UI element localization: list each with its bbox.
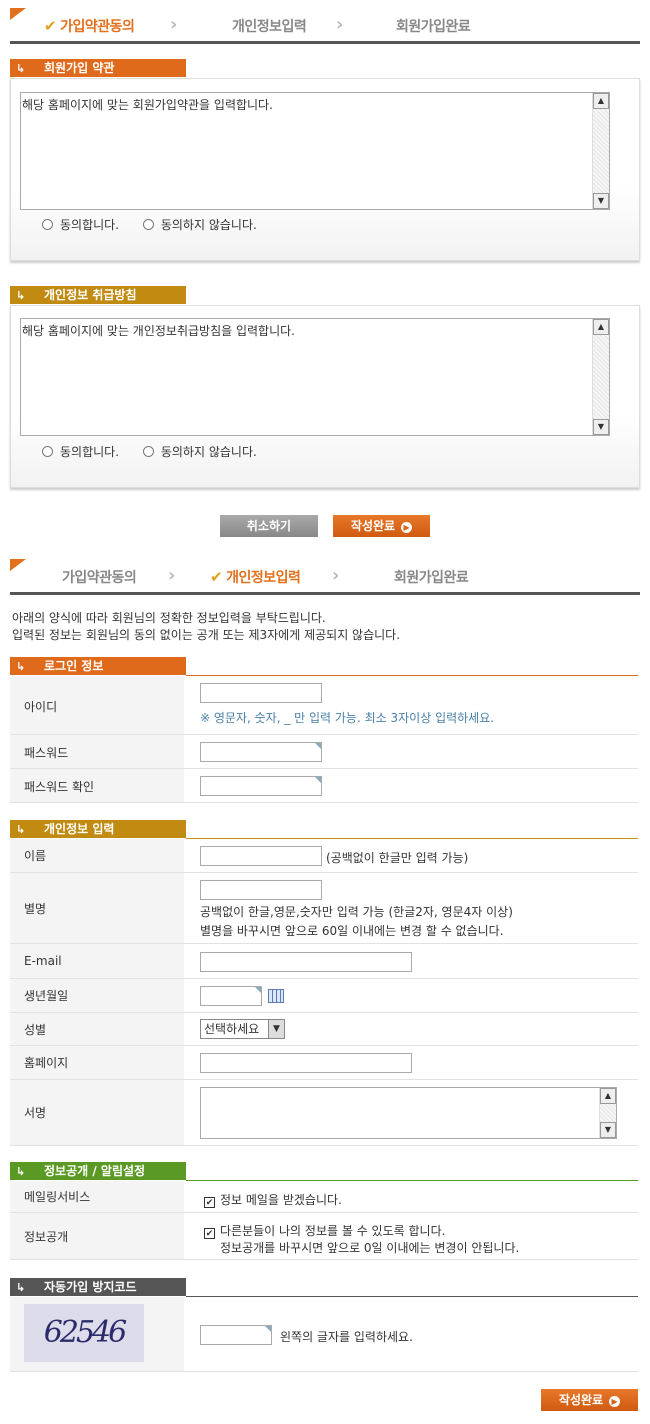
- return-arrow-icon: ↳: [16, 660, 26, 673]
- terms-radio-group: 동의합니다. 동의하지 않습니다.: [42, 216, 277, 233]
- nickname-note-2: 별명을 바꾸시면 앞으로 60일 이내에는 변경 할 수 없습니다.: [200, 924, 504, 938]
- terms-section-title: ↳ 회원가입 약관: [10, 59, 186, 77]
- step-bar-personal: 가입약관동의 › ✔ 개인정보입력 › 회원가입완료: [10, 559, 640, 595]
- id-input[interactable]: [200, 683, 322, 703]
- chevron-right-icon: ›: [332, 565, 340, 586]
- chevron-right-icon: ›: [336, 14, 344, 35]
- privacy-disagree-radio[interactable]: [142, 446, 154, 457]
- scroll-down-icon[interactable]: ▼: [593, 419, 609, 435]
- password-confirm-label: 패스워드 확인: [24, 780, 95, 794]
- mailing-text: 정보 메일을 받겠습니다.: [220, 1193, 342, 1207]
- check-icon: ✔: [44, 17, 57, 35]
- submit-button-bottom[interactable]: 작성완료 ▶: [541, 1389, 638, 1411]
- return-arrow-icon: ↳: [16, 1165, 26, 1178]
- birthdate-row: 생년월일: [10, 979, 638, 1013]
- privacy-radio-group: 동의합니다. 동의하지 않습니다.: [42, 443, 277, 460]
- calendar-icon[interactable]: [268, 989, 284, 1003]
- terms-textarea[interactable]: 해당 홈페이지에 맞는 회원가입약관을 입력합니다. ▲ ▼: [20, 92, 610, 210]
- mailing-row: 메일링서비스 ✔ 정보 메일을 받겠습니다.: [10, 1181, 638, 1213]
- password-label: 패스워드: [24, 746, 69, 760]
- captcha-note: 왼쪽의 글자를 입력하세요.: [280, 1330, 413, 1344]
- id-row: 아이디 ※ 영문자, 숫자, _ 만 입력 가능. 최소 3자이상 입력하세요.: [10, 676, 638, 735]
- signature-label: 서명: [24, 1106, 47, 1120]
- step-signup-complete: 회원가입완료: [394, 570, 469, 586]
- scroll-up-icon[interactable]: ▲: [593, 319, 609, 335]
- return-arrow-icon: ↳: [16, 823, 26, 836]
- scroll-down-icon[interactable]: ▼: [600, 1122, 616, 1138]
- gender-select[interactable]: 선택하세요 ▼: [200, 1019, 285, 1039]
- open-info-row: 정보공개 ✔ 다른분들이 나의 정보를 볼 수 있도록 합니다. 정보공개를 바꾸…: [10, 1213, 638, 1260]
- intro-line-2: 입력된 정보는 회원님의 동의 없이는 공개 또는 제3자에게 제공되지 않습니…: [12, 628, 401, 642]
- birthdate-label: 생년월일: [24, 989, 69, 1003]
- signature-row: 서명 ▲ ▼: [10, 1080, 638, 1146]
- privacy-textarea[interactable]: 해당 홈페이지에 맞는 개인정보취급방침을 입력합니다. ▲ ▼: [20, 318, 610, 436]
- email-input[interactable]: [200, 952, 412, 972]
- privacy-section-title: ↳ 개인정보 취급방침: [10, 286, 186, 304]
- step-signup-complete: 회원가입완료: [396, 19, 471, 35]
- homepage-label: 홈페이지: [24, 1056, 69, 1070]
- name-input[interactable]: [200, 846, 322, 866]
- name-note: (공백없이 한글만 입력 가능): [326, 851, 469, 865]
- password-confirm-row: 패스워드 확인: [10, 769, 638, 803]
- step-bar-terms: ✔ 가입약관동의 › 개인정보입력 › 회원가입완료: [10, 8, 640, 44]
- chevron-right-icon: ›: [170, 14, 178, 35]
- arrow-right-icon: ▶: [401, 522, 413, 533]
- nickname-label: 별명: [24, 902, 47, 916]
- step-terms-agree: 가입약관동의: [62, 570, 137, 586]
- captcha-image: 62546: [24, 1304, 144, 1362]
- birthdate-input[interactable]: [200, 986, 262, 1006]
- open-info-note: 정보공개를 바꾸시면 앞으로 0일 이내에는 변경이 안됩니다.: [220, 1241, 520, 1255]
- nickname-input[interactable]: [200, 880, 322, 900]
- privacy-agree-radio[interactable]: [42, 446, 53, 457]
- open-info-text: 다른분들이 나의 정보를 볼 수 있도록 합니다.: [220, 1224, 446, 1238]
- chevron-down-icon: ▼: [268, 1020, 284, 1038]
- nickname-row: 별명 공백없이 한글,영문,숫자만 입력 가능 (한글2자, 영문4자 이상) …: [10, 873, 638, 944]
- gender-row: 성별 선택하세요 ▼: [10, 1013, 638, 1046]
- terms-agree-radio[interactable]: [42, 219, 53, 230]
- chevron-right-icon: ›: [168, 565, 176, 586]
- scroll-down-icon[interactable]: ▼: [593, 193, 609, 209]
- homepage-row: 홈페이지: [10, 1046, 638, 1080]
- submit-button[interactable]: 작성완료 ▶: [333, 515, 430, 537]
- id-label: 아이디: [24, 700, 58, 714]
- scrollbar[interactable]: ▲ ▼: [599, 1088, 616, 1138]
- settings-section-title: ↳ 정보공개 / 알림설정: [10, 1162, 186, 1180]
- captcha-section-title: ↳ 자동가입 방지코드: [10, 1278, 186, 1296]
- return-arrow-icon: ↳: [16, 62, 26, 75]
- name-row: 이름 (공백없이 한글만 입력 가능): [10, 839, 638, 873]
- password-input[interactable]: [200, 742, 322, 762]
- terms-disagree-radio[interactable]: [142, 219, 154, 230]
- email-row: E-mail: [10, 944, 638, 979]
- return-arrow-icon: ↳: [16, 289, 26, 302]
- scroll-up-icon[interactable]: ▲: [593, 93, 609, 109]
- step-personal-info: 개인정보입력: [232, 19, 307, 35]
- open-info-checkbox[interactable]: ✔: [204, 1228, 215, 1239]
- id-note: ※ 영문자, 숫자, _ 만 입력 가능. 최소 3자이상 입력하세요.: [200, 711, 495, 725]
- mailing-label: 메일링서비스: [24, 1190, 91, 1204]
- scrollbar[interactable]: ▲ ▼: [592, 93, 609, 209]
- name-label: 이름: [24, 849, 47, 863]
- captcha-input[interactable]: [200, 1325, 272, 1345]
- intro-line-1: 아래의 양식에 따라 회원님의 정확한 정보입력을 부탁드립니다.: [12, 611, 326, 625]
- personal-section-title: ↳ 개인정보 입력: [10, 820, 186, 838]
- email-label: E-mail: [24, 954, 62, 968]
- scrollbar[interactable]: ▲ ▼: [592, 319, 609, 435]
- step-personal-info: ✔ 개인정보입력: [210, 568, 301, 586]
- signature-textarea[interactable]: ▲ ▼: [200, 1087, 617, 1139]
- arrow-right-icon: ▶: [609, 1396, 621, 1407]
- scroll-up-icon[interactable]: ▲: [600, 1088, 616, 1104]
- nickname-note-1: 공백없이 한글,영문,숫자만 입력 가능 (한글2자, 영문4자 이상): [200, 905, 513, 919]
- cancel-button[interactable]: 취소하기: [220, 515, 318, 537]
- return-arrow-icon: ↳: [16, 1281, 26, 1294]
- password-row: 패스워드: [10, 735, 638, 769]
- check-icon: ✔: [210, 568, 223, 586]
- password-confirm-input[interactable]: [200, 776, 322, 796]
- gender-label: 성별: [24, 1023, 47, 1037]
- login-section-title: ↳ 로그인 정보: [10, 657, 186, 675]
- homepage-input[interactable]: [200, 1053, 412, 1073]
- step-terms-agree: ✔ 가입약관동의: [44, 17, 135, 35]
- mailing-checkbox[interactable]: ✔: [204, 1197, 215, 1208]
- captcha-row: 62546 왼쪽의 글자를 입력하세요.: [10, 1297, 638, 1372]
- open-info-label: 정보공개: [24, 1230, 69, 1244]
